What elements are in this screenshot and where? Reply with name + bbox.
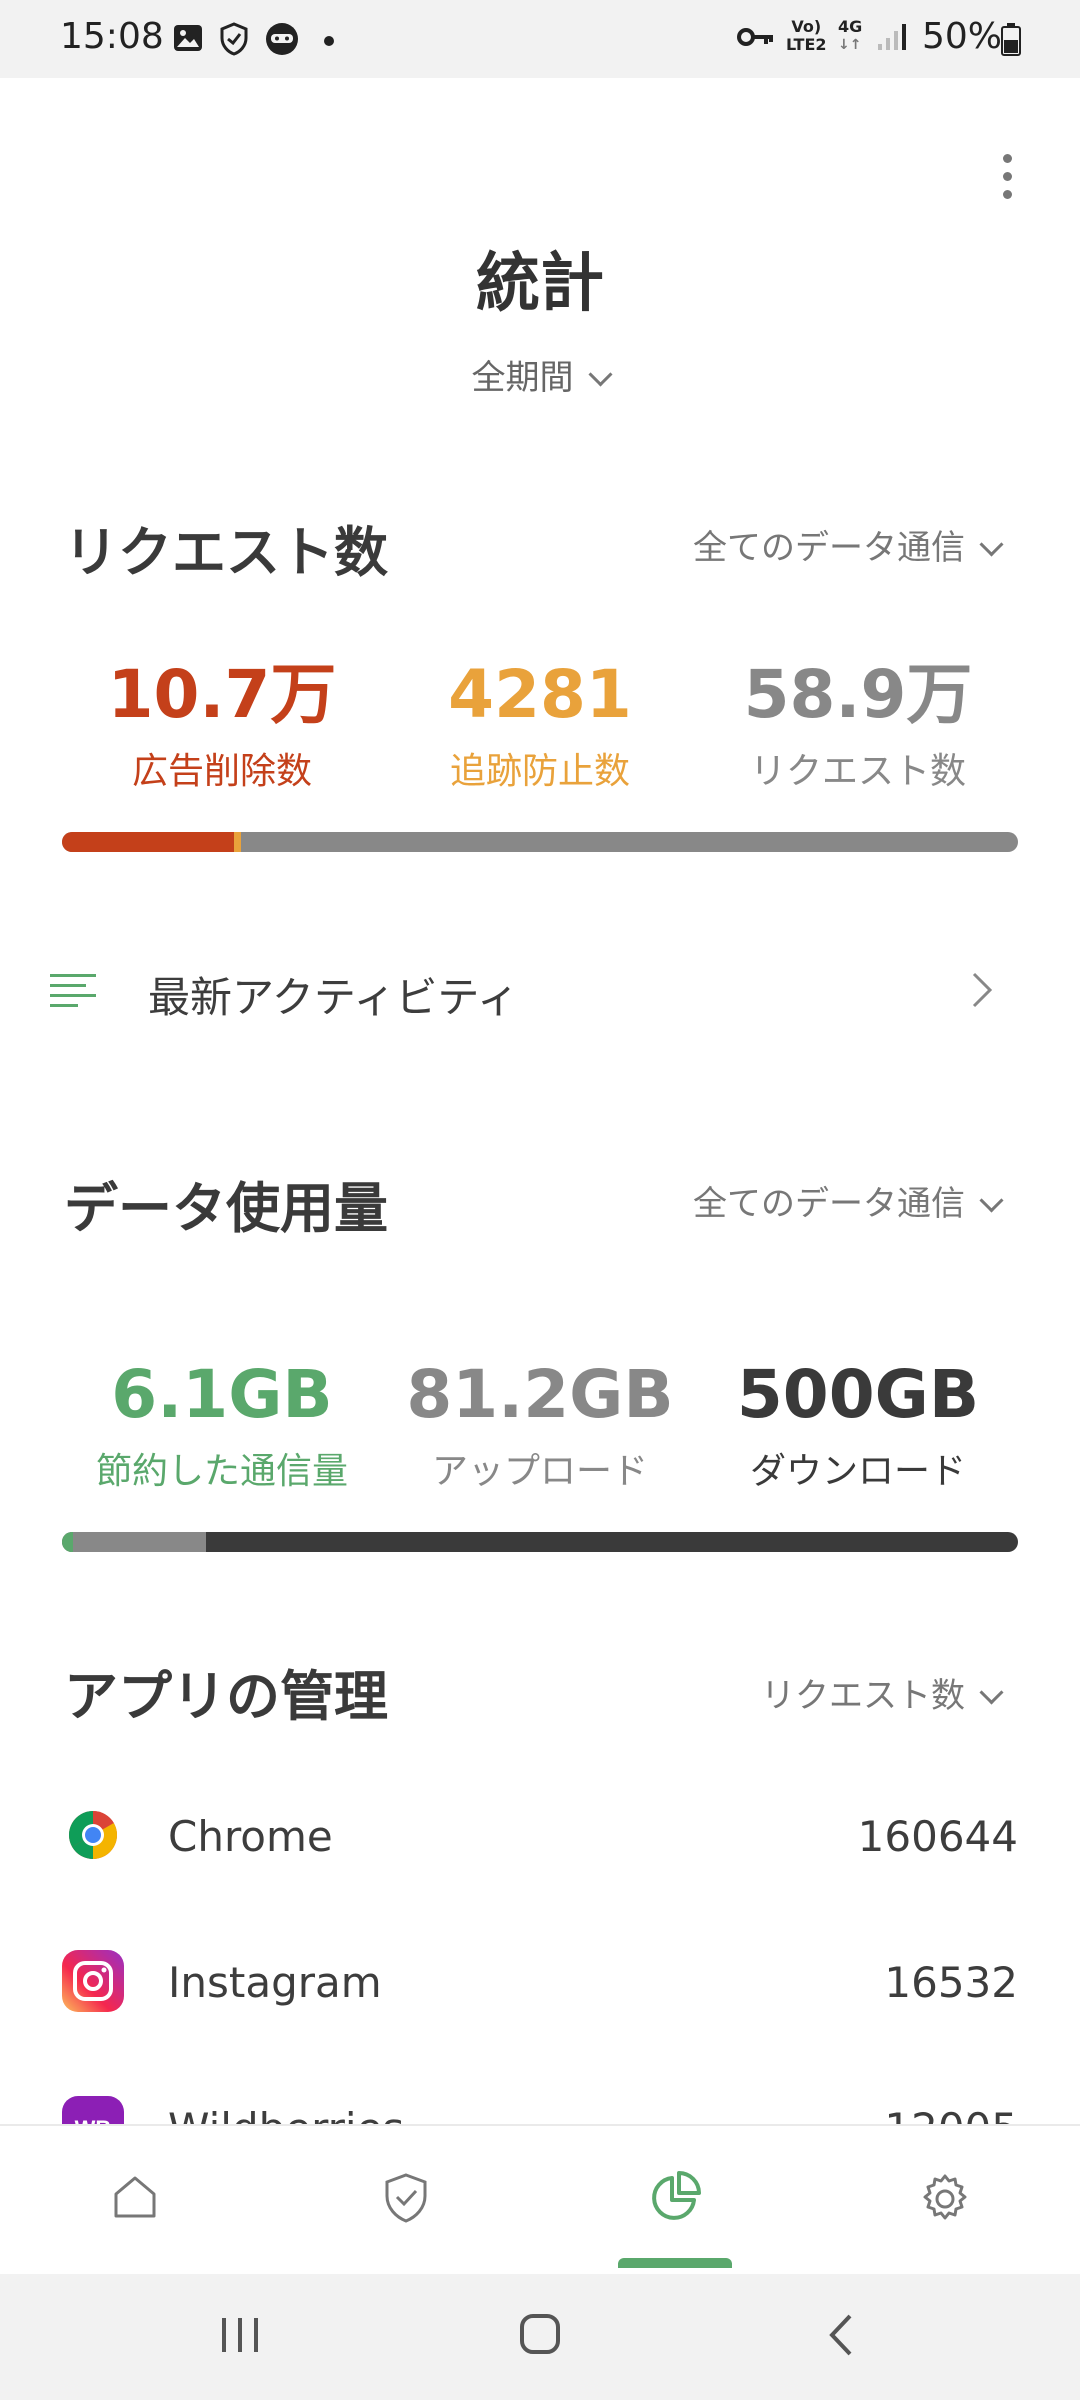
svg-text:WB: WB	[75, 2116, 112, 2124]
data-usage-filter-dropdown[interactable]: 全てのデータ通信	[693, 1176, 1004, 1225]
status-time: 15:08	[60, 16, 164, 57]
apps-sort-dropdown[interactable]: リクエスト数	[761, 1668, 1004, 1717]
period-label: 全期間	[471, 358, 574, 398]
recent-apps-button[interactable]	[210, 2310, 270, 2360]
saved-data-value: 6.1GB	[111, 1356, 333, 1433]
bottom-navigation	[0, 2124, 1080, 2276]
total-requests-label: リクエスト数	[749, 751, 966, 792]
data-usage-bar-saved-segment	[62, 1532, 73, 1552]
app-name: Wildberries	[168, 2104, 404, 2124]
download-stat: 500GB ダウンロード	[708, 1362, 1008, 1494]
vpn-shield-icon	[220, 22, 248, 56]
data-usage-bar-upload-segment	[62, 1532, 206, 1552]
back-icon	[829, 2314, 852, 2356]
chevron-down-icon	[979, 1680, 1004, 1705]
app-request-count: 16532	[884, 1958, 1018, 2007]
back-button[interactable]	[812, 2310, 872, 2360]
chevron-down-icon	[979, 532, 1004, 557]
total-requests-stat: 58.9万 リクエスト数	[708, 662, 1008, 794]
app-list: Chrome 160644 Instagram 16532 WB Wildber…	[0, 1760, 1080, 2124]
upload-label: アップロード	[431, 1451, 648, 1492]
apps-sort-label: リクエスト数	[761, 1676, 965, 1716]
apps-section-title: アプリの管理	[64, 1665, 388, 1728]
shield-icon	[385, 2173, 427, 2223]
signal-icon	[878, 24, 906, 50]
lte-label: LTE2	[786, 35, 827, 54]
volte-label: Vo)	[791, 17, 822, 36]
data-usage-bar	[62, 1532, 1018, 1552]
app-request-count: 12005	[884, 2104, 1018, 2124]
trackers-blocked-stat: 4281 追跡防止数	[390, 662, 690, 794]
instagram-icon	[62, 1950, 124, 2012]
upload-stat: 81.2GB アップロード	[390, 1362, 690, 1494]
requests-filter-label: 全てのデータ通信	[693, 528, 965, 568]
stats-icon	[652, 2171, 701, 2220]
app-name: Chrome	[168, 1812, 333, 1861]
status-bar: 15:08 Vo) LTE2 4G ↓↑ 50%	[0, 0, 1080, 78]
saved-data-stat: 6.1GB 節約した通信量	[72, 1362, 372, 1494]
active-tab-indicator	[618, 2258, 732, 2268]
overflow-menu-button[interactable]	[985, 150, 1030, 210]
nav-home-button[interactable]	[80, 2146, 190, 2246]
app-name: Instagram	[168, 1958, 382, 2007]
chevron-down-icon	[979, 1188, 1004, 1213]
list-icon	[50, 974, 96, 1007]
requests-bar-trackers-segment	[234, 832, 241, 852]
home-system-button[interactable]	[510, 2310, 570, 2360]
settings-icon	[923, 2174, 967, 2220]
nav-statistics-button[interactable]	[618, 2146, 732, 2268]
key-icon	[737, 28, 773, 46]
upload-value: 81.2GB	[406, 1356, 674, 1433]
ads-removed-value: 10.7万	[107, 656, 337, 733]
incognito-icon	[266, 23, 298, 55]
trackers-blocked-value: 4281	[448, 656, 632, 733]
ads-removed-stat: 10.7万 広告削除数	[72, 662, 372, 794]
list-item[interactable]: Chrome 160644	[0, 1760, 1080, 1906]
requests-filter-dropdown[interactable]: 全てのデータ通信	[693, 520, 1004, 569]
latest-activity-row[interactable]: 最新アクティビティ	[0, 940, 1080, 1040]
app-request-count: 160644	[857, 1812, 1018, 1861]
requests-bar-ads-segment	[62, 832, 234, 852]
notification-dot	[324, 36, 334, 46]
download-label: ダウンロード	[749, 1451, 966, 1492]
home-icon	[114, 2176, 156, 2218]
requests-bar	[62, 832, 1018, 852]
data-usage-filter-label: 全てのデータ通信	[693, 1184, 965, 1224]
recent-apps-icon	[222, 2318, 258, 2352]
battery-percent: 50%	[922, 16, 1003, 57]
saved-data-label: 節約した通信量	[95, 1451, 348, 1492]
nav-protection-button[interactable]	[350, 2146, 460, 2246]
gallery-icon	[174, 25, 202, 51]
total-requests-value: 58.9万	[743, 656, 973, 733]
page-title: 統計	[476, 247, 604, 321]
wildberries-icon: WB	[62, 2096, 124, 2124]
data-usage-section-title: データ使用量	[64, 1177, 388, 1240]
trackers-blocked-label: 追跡防止数	[449, 751, 630, 792]
period-selector[interactable]: 全期間	[0, 350, 1080, 399]
download-value: 500GB	[736, 1356, 980, 1433]
network-type-label: 4G	[838, 17, 863, 36]
list-item[interactable]: Instagram 16532	[0, 1906, 1080, 2052]
nav-settings-button[interactable]	[890, 2146, 1000, 2246]
latest-activity-label: 最新アクティビティ	[148, 973, 519, 1022]
requests-section-title: リクエスト数	[64, 521, 388, 584]
system-navigation-bar	[0, 2274, 1080, 2400]
battery-icon	[1001, 23, 1021, 56]
chevron-right-icon	[972, 972, 993, 1008]
ads-removed-label: 広告削除数	[131, 751, 312, 792]
data-arrows-icon: ↓↑	[838, 37, 862, 53]
list-item[interactable]: WB Wildberries 12005	[0, 2052, 1080, 2124]
chrome-icon	[68, 1811, 118, 1859]
chevron-down-icon	[587, 362, 613, 387]
home-circle-icon	[520, 2314, 560, 2354]
